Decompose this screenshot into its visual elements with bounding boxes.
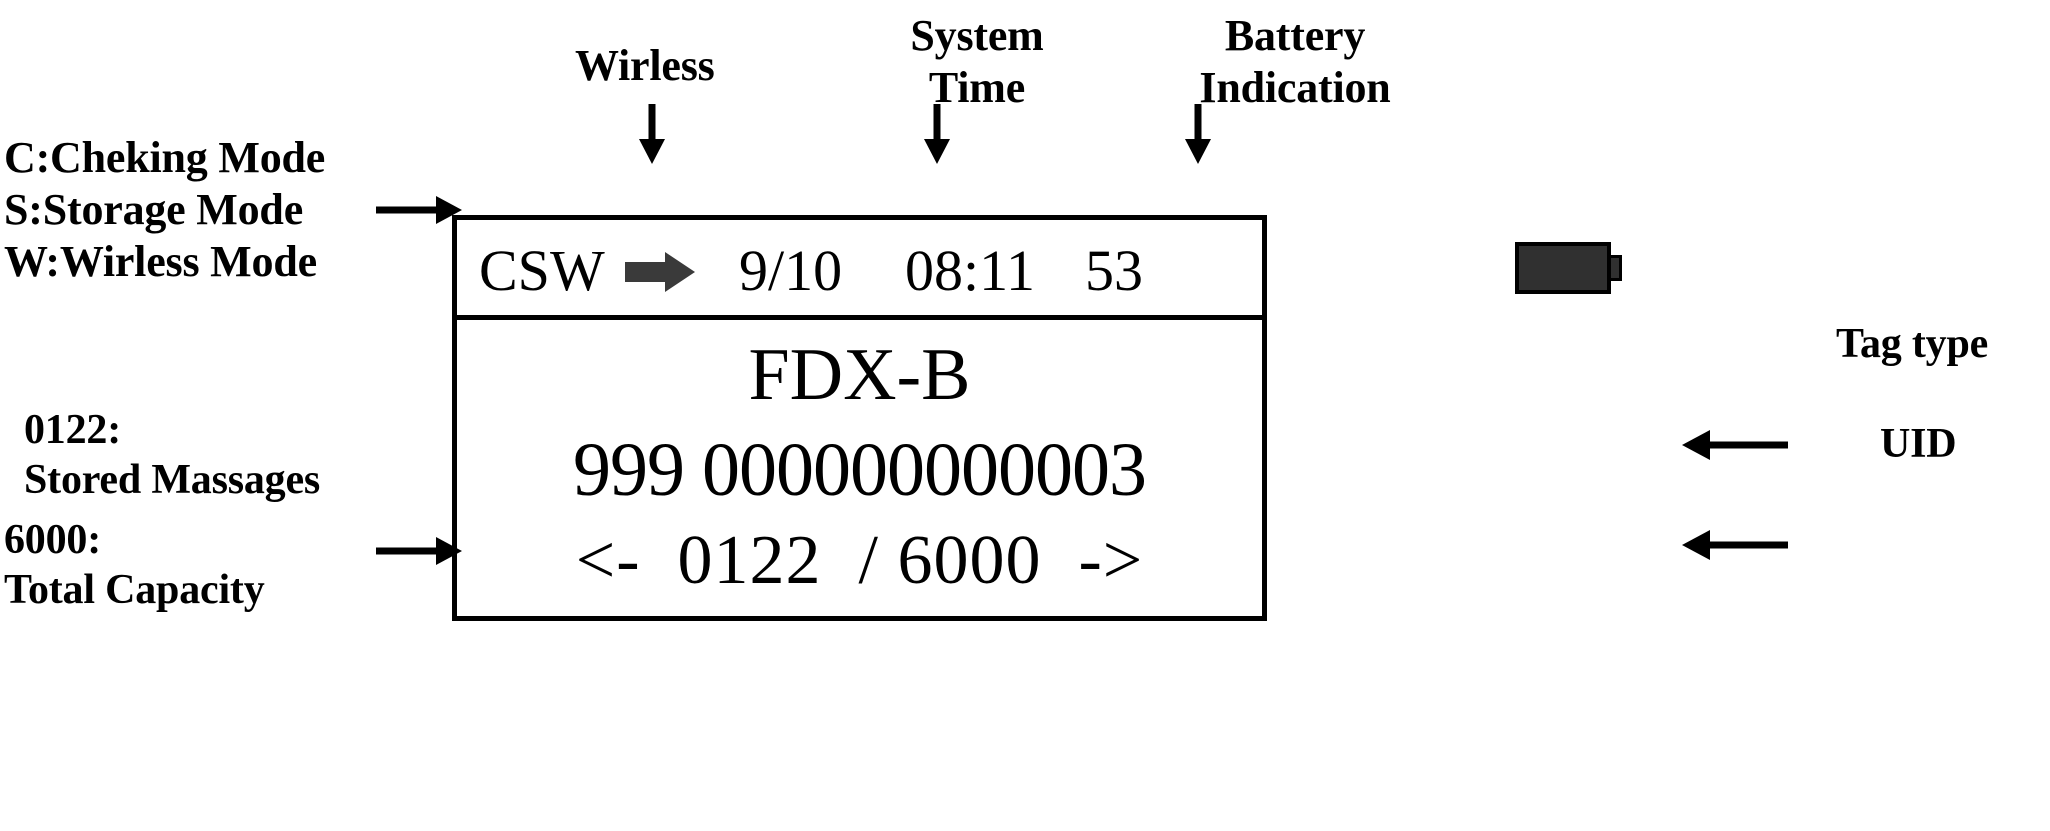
- arrow-uid-left: [1680, 520, 1790, 570]
- callout-uid: UID: [1880, 421, 1957, 467]
- tag-type-value: FDX-B: [748, 334, 971, 416]
- arrow-tag-type-left: [1680, 420, 1790, 470]
- record-nav[interactable]: <- 0122 / 6000 ->: [457, 526, 1262, 596]
- date-display: 9/10: [739, 238, 843, 303]
- uid-value: 999 000000000003: [573, 428, 1147, 512]
- arrow-battery-down: [1178, 104, 1218, 166]
- callout-tag-type: Tag type: [1836, 321, 1989, 367]
- screen-content: FDX-B 999 000000000003 <- 0122 / 6000 ->: [457, 320, 1262, 616]
- callout-battery-indication: Battery Indication: [1199, 11, 1391, 112]
- device-screen: CSW 9/10 08:11 53 FDX-B 999 000000000003…: [452, 215, 1622, 621]
- arrow-wireless-down: [632, 104, 672, 166]
- arrow-system-time-down: [917, 104, 957, 166]
- callout-total-capacity: 6000: Total Capacity: [4, 517, 265, 613]
- mode-indicator: CSW: [479, 238, 605, 303]
- arrow-right-solid-icon: [625, 250, 697, 294]
- callout-modes: C:Cheking Mode S:Storage Mode W:Wirless …: [4, 133, 326, 286]
- status-bar: CSW 9/10 08:11 53: [457, 220, 1622, 320]
- callout-system-time: System Time: [910, 11, 1044, 112]
- battery-percent-label: 53: [1085, 238, 1143, 303]
- time-display: 08:11: [905, 238, 1035, 303]
- arrow-modes-to-device: [374, 185, 464, 235]
- diagram-canvas: C:Cheking Mode S:Storage Mode W:Wirless …: [0, 0, 2050, 831]
- arrow-capacity-to-device: [374, 526, 464, 576]
- callout-stored-messages: 0122: Stored Massages: [24, 407, 321, 503]
- callout-wireless: Wirless: [575, 41, 715, 90]
